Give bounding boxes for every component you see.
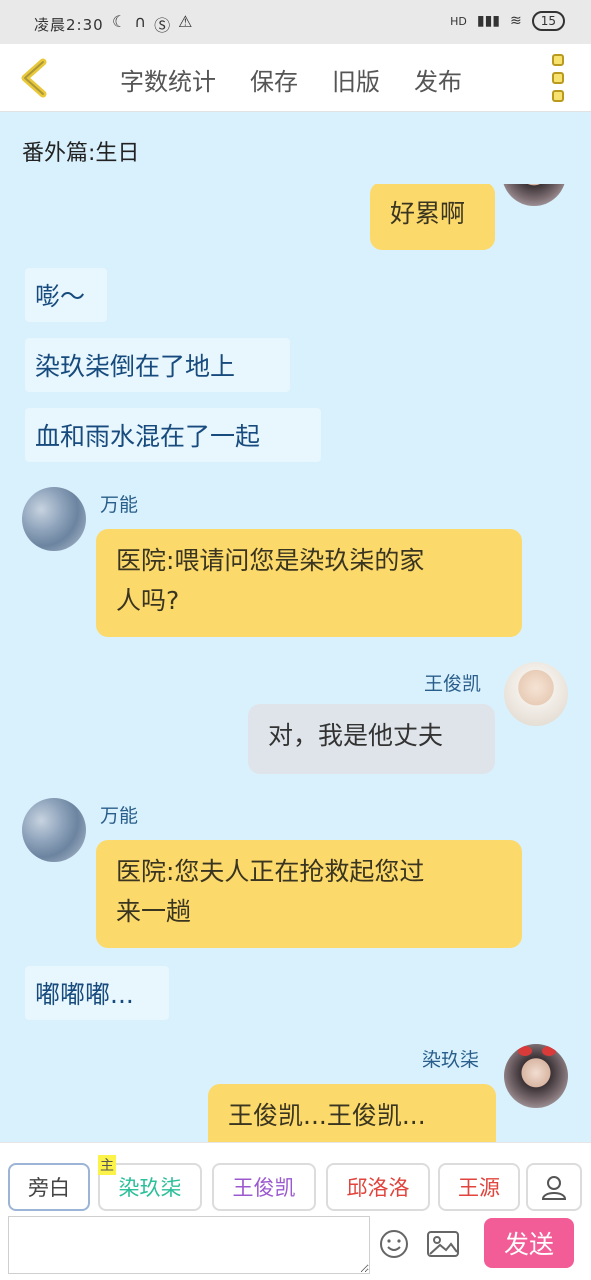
narration-bubble[interactable]: 嘭～: [25, 268, 107, 322]
message-line: 医院:您夫人正在抢救起您过: [116, 857, 425, 886]
message-bubble[interactable]: 对，我是他丈夫: [248, 704, 495, 774]
warning-icon: ⚠: [178, 12, 193, 31]
signal-icon: ▮▮▮: [476, 13, 500, 29]
chat-area[interactable]: 好累啊 嘭～ 染玖柒倒在了地上 血和雨水混在了一起 万能 医院:喂请问您是染玖柒…: [0, 184, 591, 1142]
avatar[interactable]: [504, 1044, 568, 1108]
more-dot-icon: [552, 72, 564, 84]
back-button[interactable]: [16, 58, 52, 98]
role-narrator[interactable]: 旁白: [8, 1163, 90, 1211]
message-bubble[interactable]: 好累啊: [370, 184, 495, 250]
moon-icon: ☾: [112, 12, 127, 31]
message-bubble[interactable]: 医院:您夫人正在抢救起您过 来一趟: [96, 840, 522, 948]
role-ranjiuqi[interactable]: 主 染玖柒: [98, 1155, 202, 1211]
message-bubble[interactable]: 医院:喂请问您是染玖柒的家 人吗?: [96, 529, 522, 637]
role-label: 王源: [458, 1176, 500, 1200]
sender-name: 万能: [100, 805, 139, 827]
sender-name: 万能: [100, 494, 139, 516]
more-dot-icon: [552, 54, 564, 66]
emoji-icon[interactable]: [378, 1228, 410, 1260]
role-wangjunkai[interactable]: 王俊凯: [212, 1163, 316, 1211]
sender-name: 王俊凯: [424, 673, 482, 695]
status-left-icons: ☾ ∩ Ⓢ ⚠: [112, 12, 192, 36]
narration-bubble[interactable]: 血和雨水混在了一起: [25, 408, 321, 462]
avatar[interactable]: [504, 662, 568, 726]
sender-name: 染玖柒: [422, 1049, 480, 1071]
role-label: 邱洛洛: [346, 1176, 410, 1200]
status-time: 凌晨2:30: [34, 16, 104, 34]
save-button[interactable]: 保存: [250, 62, 298, 97]
message-input[interactable]: [8, 1216, 370, 1274]
send-button[interactable]: 发送: [484, 1218, 574, 1268]
user-icon: [541, 1176, 567, 1200]
avatar[interactable]: [22, 798, 86, 862]
message-line: 来一趟: [116, 897, 192, 926]
avatar[interactable]: [502, 184, 566, 206]
narration-bubble[interactable]: 染玖柒倒在了地上: [25, 338, 290, 392]
message-line: 医院:喂请问您是染玖柒的家: [116, 546, 425, 575]
status-right-icons: HD ▮▮▮ ≋ 15: [450, 11, 565, 31]
message-bubble[interactable]: 王俊凯...王俊凯...: [208, 1084, 496, 1142]
status-bar: 凌晨2:30 ☾ ∩ Ⓢ ⚠ HD ▮▮▮ ≋ 15: [0, 0, 591, 44]
word-count-button[interactable]: 字数统计: [120, 62, 216, 97]
input-bar: 发送: [0, 1214, 591, 1280]
avatar[interactable]: [22, 487, 86, 551]
publish-button[interactable]: 发布: [414, 62, 462, 97]
top-toolbar: 字数统计 保存 旧版 发布: [0, 44, 591, 112]
add-role-button[interactable]: [526, 1163, 582, 1211]
role-label: 旁白: [28, 1176, 70, 1200]
role-wangyuan[interactable]: 王源: [438, 1163, 520, 1211]
role-label: 染玖柒: [118, 1176, 182, 1200]
battery-indicator: 15: [531, 11, 565, 31]
more-menu-button[interactable]: [547, 54, 569, 102]
s-icon: Ⓢ: [154, 16, 171, 35]
role-selector-bar: 旁白 主 染玖柒 王俊凯 邱洛洛 王源: [0, 1142, 591, 1214]
bow-decoration: [518, 1046, 532, 1056]
network-label: HD: [450, 14, 467, 28]
chevron-left-icon: [21, 58, 47, 98]
chapter-title-bar: 番外篇:生日: [0, 112, 591, 184]
chapter-title: 番外篇:生日: [22, 141, 140, 166]
toolbar-actions: 字数统计 保存 旧版 发布: [120, 62, 462, 97]
headset-icon: ∩: [134, 12, 147, 31]
narration-bubble[interactable]: 嘟嘟嘟...: [25, 966, 169, 1020]
image-icon[interactable]: [426, 1228, 460, 1260]
role-label: 王俊凯: [232, 1176, 296, 1200]
wifi-icon: ≋: [509, 13, 522, 29]
main-character-tag: 主: [98, 1155, 116, 1175]
role-qiuluoluo[interactable]: 邱洛洛: [326, 1163, 430, 1211]
more-dot-icon: [552, 90, 564, 102]
bow-decoration: [542, 1046, 556, 1056]
old-version-button[interactable]: 旧版: [332, 62, 380, 97]
message-line: 人吗?: [116, 586, 180, 615]
